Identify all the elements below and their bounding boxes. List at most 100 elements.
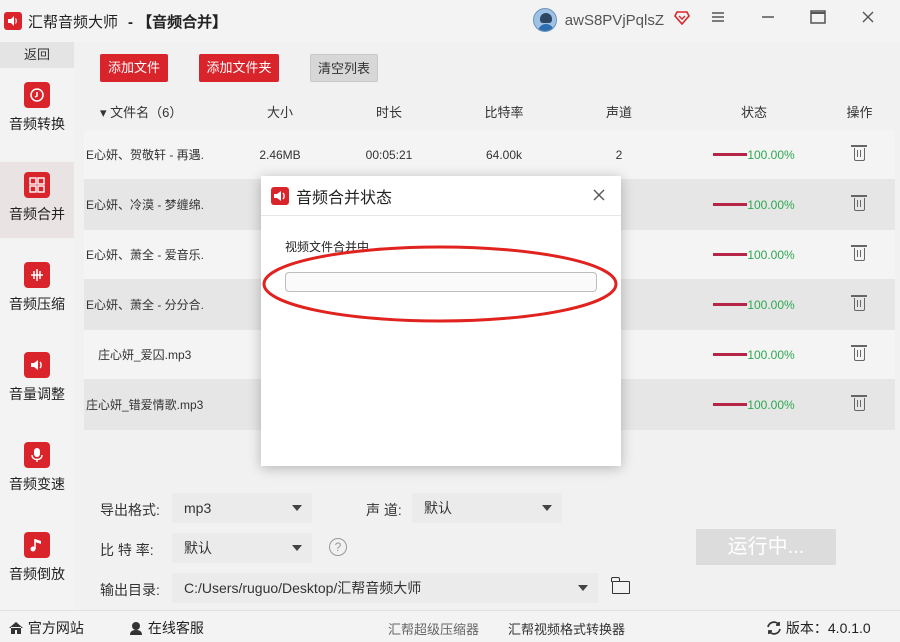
- channel-select[interactable]: 默认: [412, 493, 562, 523]
- add-file-button[interactable]: 添加文件: [100, 54, 168, 82]
- status-text: 100.00%: [747, 397, 795, 412]
- avatar[interactable]: [532, 8, 557, 32]
- user-area[interactable]: awS8PVjPqlsZ: [532, 8, 690, 32]
- col-bitrate: 比特率: [484, 104, 524, 120]
- col-status: 状态: [740, 104, 767, 120]
- sidebar-item-volume[interactable]: 音量调整: [0, 342, 74, 418]
- menu-icon[interactable]: [706, 10, 730, 28]
- cell-action: [824, 345, 895, 364]
- sidebar-item-label: 音频倒放: [9, 566, 65, 582]
- app-logo-icon: [4, 12, 22, 30]
- sidebar-item-label: 音频变速: [9, 476, 65, 492]
- progress-bar: [713, 403, 748, 406]
- music-note-icon: [24, 532, 50, 558]
- support-link[interactable]: 在线客服: [128, 618, 204, 638]
- status-text: 100.00%: [747, 347, 795, 362]
- audio-convert-icon: [24, 82, 50, 108]
- app-name: 汇帮音频大师: [28, 13, 119, 31]
- website-link[interactable]: 官方网站: [8, 618, 84, 638]
- sidebar-item-audio-reverse[interactable]: 音频倒放: [0, 522, 74, 598]
- cell-name: 庄心妍_错爱情歌.mp3: [86, 398, 204, 412]
- username[interactable]: awS8PVjPqlsZ: [565, 12, 664, 29]
- sidebar-item-audio-compress[interactable]: 音频压缩: [0, 252, 74, 328]
- trash-icon[interactable]: [851, 295, 867, 311]
- format-select[interactable]: mp3: [172, 493, 312, 523]
- cell-status: 100.00%: [684, 348, 824, 362]
- back-button[interactable]: 返回: [0, 42, 74, 68]
- cell-action: [824, 145, 895, 164]
- video-converter-link[interactable]: 汇帮视频格式转换器: [508, 619, 625, 638]
- chevron-down-icon: [578, 585, 588, 591]
- cell-status: 100.00%: [684, 248, 824, 262]
- close-icon[interactable]: [856, 10, 880, 28]
- cell-status: 100.00%: [684, 198, 824, 212]
- output-label: 输出目录:: [100, 582, 160, 598]
- maximize-icon[interactable]: [806, 10, 830, 29]
- table-row[interactable]: E心妍、贺敬轩 - 再遇. 2.46MB 00:05:21 64.00k 2 1…: [84, 130, 895, 180]
- website-label: 官方网站: [27, 620, 84, 636]
- dialog-message: 视频文件合并中...: [285, 240, 380, 254]
- output-settings: 导出格式: mp3 声 道: 默认 比 特 率: 默认 ? 输出目录: C:/U…: [84, 488, 895, 610]
- sidebar-item-audio-speed[interactable]: 音频变速: [0, 432, 74, 508]
- channel-label: 声 道:: [366, 502, 402, 518]
- format-label: 导出格式:: [100, 502, 160, 518]
- progress-bar: [713, 353, 748, 356]
- cell-channels: 2: [615, 147, 623, 162]
- trash-icon[interactable]: [851, 345, 867, 361]
- trash-icon[interactable]: [851, 195, 867, 211]
- headset-icon: [130, 622, 142, 635]
- cell-action: [824, 195, 895, 214]
- sidebar-item-label: 音频转换: [9, 116, 65, 132]
- cell-size: 2.46MB: [259, 147, 301, 162]
- compressor-link[interactable]: 汇帮超级压缩器: [388, 619, 479, 638]
- minimize-icon[interactable]: [756, 10, 780, 28]
- add-folder-button[interactable]: 添加文件夹: [199, 54, 279, 82]
- run-button[interactable]: 运行中...: [696, 529, 836, 565]
- bitrate-value: 默认: [184, 540, 212, 556]
- output-path-value: C:/Users/ruguo/Desktop/汇帮音频大师: [184, 580, 422, 596]
- progress-bar: [713, 303, 748, 306]
- sidebar: 返回 音频转换 音频合并 音频压缩 音量调整 音频变速 音频倒放: [0, 42, 74, 610]
- col-name[interactable]: ▾ 文件名（6）: [84, 102, 224, 121]
- col-duration: 时长: [375, 104, 402, 120]
- help-icon[interactable]: ?: [329, 538, 347, 556]
- version-info[interactable]: 版本：4.0.1.0: [766, 618, 871, 638]
- dialog-title: 音频合并状态: [296, 189, 393, 207]
- status-text: 100.00%: [747, 147, 795, 162]
- sidebar-item-audio-merge[interactable]: 音频合并: [0, 162, 74, 238]
- vip-diamond-icon[interactable]: [674, 10, 690, 30]
- close-icon[interactable]: [593, 185, 605, 206]
- output-path-select[interactable]: C:/Users/ruguo/Desktop/汇帮音频大师: [172, 573, 598, 603]
- trash-icon[interactable]: [851, 245, 867, 261]
- version-label: 版本：4.0.1.0: [785, 620, 871, 636]
- clear-list-button[interactable]: 清空列表: [310, 54, 378, 82]
- merge-progress-bar: [285, 272, 597, 292]
- channel-value: 默认: [424, 500, 452, 516]
- status-text: 100.00%: [747, 297, 795, 312]
- trash-icon[interactable]: [851, 145, 867, 161]
- footer: 官方网站 在线客服 汇帮超级压缩器 汇帮视频格式转换器 版本：4.0.1.0: [0, 610, 900, 642]
- volume-icon: [24, 352, 50, 378]
- status-text: 100.00%: [747, 247, 795, 262]
- sidebar-item-audio-convert[interactable]: 音频转换: [0, 72, 74, 148]
- cell-action: [824, 295, 895, 314]
- bitrate-select[interactable]: 默认: [172, 533, 312, 563]
- cell-action: [824, 245, 895, 264]
- cell-status: 100.00%: [684, 298, 824, 312]
- window-title: - 【音频合并】: [128, 13, 228, 31]
- cell-name: E心妍、冷漠 - 梦缠绵.: [86, 198, 205, 212]
- status-text: 100.00%: [747, 197, 795, 212]
- folder-icon[interactable]: [611, 577, 630, 594]
- trash-icon[interactable]: [851, 395, 867, 411]
- merge-status-dialog: 音频合并状态 视频文件合并中...: [261, 176, 621, 466]
- table-header: ▾ 文件名（6） 大小 时长 比特率 声道 状态 操作: [84, 92, 895, 130]
- cell-name: 庄心妍_爱囚.mp3: [98, 348, 192, 362]
- sidebar-item-label: 音频合并: [9, 206, 65, 222]
- home-icon: [9, 622, 23, 634]
- col-size: 大小: [266, 104, 293, 120]
- chevron-down-icon: [542, 505, 552, 511]
- audio-merge-icon: [24, 172, 50, 198]
- cell-name: E心妍、萧全 - 分分合.: [86, 298, 205, 312]
- refresh-icon: [767, 621, 781, 635]
- app-logo-icon: [271, 186, 289, 205]
